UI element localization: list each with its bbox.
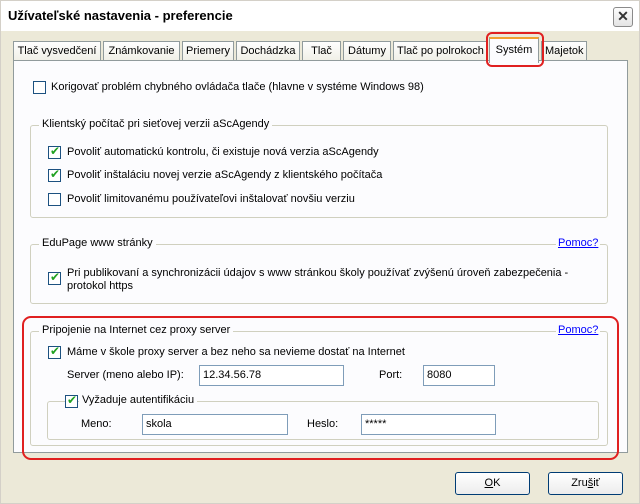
use-proxy-label: Máme v škole proxy server a bez neho sa … bbox=[67, 346, 405, 358]
name-label: Meno: bbox=[81, 418, 112, 430]
tab-majetok[interactable]: Majetok bbox=[541, 41, 587, 61]
limited-user-install-label: Povoliť limitovanému používateľovi inšta… bbox=[67, 193, 355, 205]
cancel-label-post: iť bbox=[593, 477, 600, 489]
tab-dochadzka[interactable]: Dochádzka bbox=[236, 41, 300, 61]
limited-user-install-checkbox[interactable] bbox=[48, 193, 61, 206]
tab-system[interactable]: Systém bbox=[489, 37, 539, 63]
password-label: Heslo: bbox=[307, 418, 339, 430]
printer-fix-label: Korigovať problém chybného ovládača tlač… bbox=[51, 81, 424, 93]
auto-update-check-checkbox[interactable] bbox=[48, 144, 61, 159]
server-label: Server (meno alebo IP): bbox=[67, 369, 184, 381]
tab-tlac[interactable]: Tlač bbox=[302, 41, 341, 61]
title-bar: Užívateľské nastavenia - preferencie ✕ bbox=[1, 1, 639, 31]
server-input[interactable]: 12.34.56.78 bbox=[199, 365, 344, 386]
name-input[interactable]: skola bbox=[142, 414, 288, 435]
auth-checkbox[interactable] bbox=[65, 393, 78, 408]
preferences-dialog: Užívateľské nastavenia - preferencie ✕ T… bbox=[0, 0, 640, 504]
proxy-group-title: Pripojenie na Internet cez proxy server bbox=[39, 324, 234, 336]
https-label-line2: protokol https bbox=[67, 280, 134, 292]
tab-znamkovanie[interactable]: Známkovanie bbox=[103, 41, 180, 61]
tab-tlac-po-polrokoch[interactable]: Tlač po polrokoch bbox=[393, 41, 487, 61]
edupage-help-link[interactable]: Pomoc? bbox=[556, 237, 601, 249]
https-label-line1: Pri publikovaní a synchronizácii údajov … bbox=[67, 267, 569, 279]
window-title: Užívateľské nastavenia - preferencie bbox=[8, 8, 233, 23]
cancel-label-pre: Zru bbox=[571, 477, 588, 489]
ok-label-key: O bbox=[484, 477, 494, 489]
client-install-checkbox[interactable] bbox=[48, 167, 61, 182]
proxy-help-link[interactable]: Pomoc? bbox=[556, 324, 601, 336]
use-proxy-checkbox[interactable] bbox=[48, 344, 61, 359]
auth-label: Vyžaduje autentifikáciu bbox=[79, 394, 198, 406]
close-button[interactable]: ✕ bbox=[613, 7, 633, 27]
cancel-button[interactable]: Zrušiť bbox=[548, 472, 623, 495]
password-input[interactable]: ***** bbox=[361, 414, 496, 435]
printer-fix-checkbox[interactable] bbox=[33, 81, 46, 94]
port-input[interactable]: 8080 bbox=[423, 365, 495, 386]
tab-priemery[interactable]: Priemery bbox=[182, 41, 234, 61]
https-checkbox[interactable] bbox=[48, 270, 61, 285]
tab-tlac-vysvedceni[interactable]: Tlač vysvedčení bbox=[13, 41, 101, 61]
client-group-title: Klientský počítač pri sieťovej verzii aS… bbox=[39, 118, 273, 130]
port-label: Port: bbox=[379, 369, 403, 381]
edupage-group-title: EduPage www stránky bbox=[39, 237, 156, 249]
client-install-label: Povoliť inštaláciu novej verzie aScAgend… bbox=[67, 169, 383, 181]
tab-datumy[interactable]: Dátumy bbox=[343, 41, 391, 61]
ok-button[interactable]: OK bbox=[455, 472, 530, 495]
ok-label-post: K bbox=[493, 477, 501, 489]
auto-update-check-label: Povoliť automatickú kontrolu, či existuj… bbox=[67, 146, 379, 158]
